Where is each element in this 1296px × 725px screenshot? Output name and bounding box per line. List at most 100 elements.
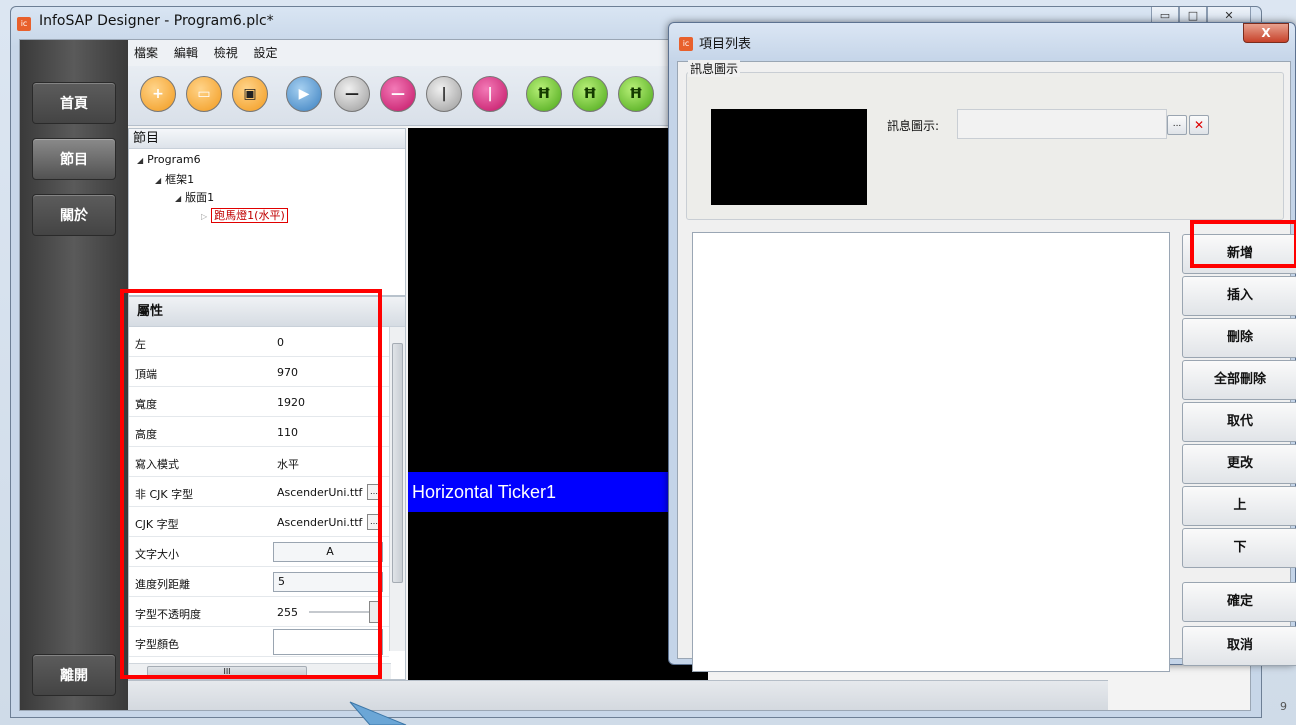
save-icon[interactable]: ▣ xyxy=(232,76,268,112)
properties-panel: 屬性 左 0 頂端 970 寬度 1920 高度 110 寫入模式 水平 非 C… xyxy=(128,296,406,680)
property-row: 寫入模式 水平 xyxy=(129,447,389,477)
film-insert-icon[interactable]: Ħ xyxy=(572,76,608,112)
property-key: CJK 字型 xyxy=(135,518,179,531)
property-row: 非 CJK 字型 AscenderUni.ttf … xyxy=(129,477,389,507)
page-digit: 9 xyxy=(1280,700,1287,713)
menu-view[interactable]: 檢視 xyxy=(208,40,244,66)
menu-edit[interactable]: 編輯 xyxy=(168,40,204,66)
vertical-line-icon[interactable]: | xyxy=(426,76,462,112)
ticker-preview[interactable]: Horizontal Ticker1 xyxy=(408,472,708,512)
properties-header: 屬性 xyxy=(129,297,405,327)
tree-node-label: 框架1 xyxy=(165,173,195,186)
info-icon-preview xyxy=(711,109,867,205)
nav-home-button[interactable]: 首頁 xyxy=(32,82,116,124)
dialog-title: 項目列表 xyxy=(699,37,752,52)
properties-vertical-scrollbar[interactable] xyxy=(389,327,405,651)
delete-all-button[interactable]: 全部刪除 xyxy=(1182,360,1296,400)
property-value[interactable]: 110 xyxy=(277,426,298,439)
app-icon: ic xyxy=(17,17,31,31)
property-key: 字型不透明度 xyxy=(135,608,201,621)
menu-settings[interactable]: 設定 xyxy=(248,40,284,66)
vertical-ticker-icon[interactable]: | xyxy=(472,76,508,112)
tree-node-label-selected: 跑馬燈1(水平) xyxy=(211,208,288,223)
play-icon[interactable]: ▶ xyxy=(286,76,322,112)
film-move-icon[interactable]: Ħ xyxy=(618,76,654,112)
item-list[interactable] xyxy=(692,232,1170,672)
open-folder-icon[interactable]: ▭ xyxy=(186,76,222,112)
left-nav: 首頁 節目 關於 離開 xyxy=(20,40,128,710)
ok-button[interactable]: 確定 xyxy=(1182,582,1296,622)
tree-header: 節目 xyxy=(129,129,405,149)
tree-node-program[interactable]: ◢ Program6 xyxy=(137,153,201,166)
dialog-close-button[interactable]: X xyxy=(1243,23,1289,43)
cancel-button[interactable]: 取消 xyxy=(1182,626,1296,666)
nav-program-button[interactable]: 節目 xyxy=(32,138,116,180)
delete-button[interactable]: 刪除 xyxy=(1182,318,1296,358)
property-value[interactable]: 255 xyxy=(277,606,298,619)
property-row: 寬度 1920 xyxy=(129,387,389,417)
expand-arrow-icon[interactable]: ◢ xyxy=(155,176,161,185)
property-value[interactable]: 0 xyxy=(277,336,284,349)
property-row: 左 0 xyxy=(129,327,389,357)
scrollbar-thumb[interactable] xyxy=(392,343,403,583)
property-value[interactable]: 水平 xyxy=(277,456,299,472)
property-row: 高度 110 xyxy=(129,417,389,447)
tree-node-label: Program6 xyxy=(147,153,201,166)
program-tree-panel: 節目 ◢ Program6 ◢ 框架1 ◢ 版面1 ▷ 跑馬燈1(水平) xyxy=(128,128,406,296)
expand-arrow-icon[interactable]: ◢ xyxy=(137,156,143,165)
font-size-slider[interactable]: A xyxy=(273,542,383,562)
horizontal-line-icon[interactable]: — xyxy=(334,76,370,112)
property-key: 高度 xyxy=(135,428,157,441)
browse-button[interactable]: … xyxy=(367,484,381,500)
info-icon-path-field[interactable] xyxy=(957,109,1167,139)
font-file-field[interactable]: AscenderUni.ttf xyxy=(277,486,362,499)
property-key: 字型顏色 xyxy=(135,638,179,651)
preview-canvas[interactable] xyxy=(408,128,708,680)
modify-button[interactable]: 更改 xyxy=(1182,444,1296,484)
property-row: 字型不透明度 255 xyxy=(129,597,389,627)
replace-button[interactable]: 取代 xyxy=(1182,402,1296,442)
nav-about-button[interactable]: 關於 xyxy=(32,194,116,236)
expand-arrow-icon[interactable]: ◢ xyxy=(175,194,181,203)
browse-button[interactable]: … xyxy=(367,514,381,530)
info-icon-clear-button[interactable]: ✕ xyxy=(1189,115,1209,135)
progress-distance-select[interactable]: 5 xyxy=(273,572,383,592)
property-value[interactable]: 970 xyxy=(277,366,298,379)
property-key: 進度列距離 xyxy=(135,578,190,591)
toolbar: + ▭ ▣ ▶ — — | | Ħ Ħ Ħ xyxy=(128,66,688,126)
property-key: 左 xyxy=(135,338,146,351)
info-icon-browse-button[interactable]: ... xyxy=(1167,115,1187,135)
opacity-slider-track[interactable] xyxy=(309,611,375,613)
menu-bar: 檔案 編輯 檢視 設定 xyxy=(128,40,688,66)
move-down-button[interactable]: 下 xyxy=(1182,528,1296,568)
info-icon-group: 訊息圖示: ... ✕ xyxy=(686,72,1284,220)
new-file-icon[interactable]: + xyxy=(140,76,176,112)
opacity-slider-thumb[interactable] xyxy=(369,601,379,623)
tree-node-label: 版面1 xyxy=(185,191,215,204)
add-button-highlight-frame xyxy=(1190,220,1296,268)
property-row: 頂端 970 xyxy=(129,357,389,387)
tree-node-ticker[interactable]: ▷ 跑馬燈1(水平) xyxy=(201,207,288,223)
collapse-arrow-icon[interactable]: ▷ xyxy=(201,212,207,221)
property-row: 進度列距離 5 xyxy=(129,567,389,597)
status-bar xyxy=(128,680,1108,710)
property-row: CJK 字型 AscenderUni.ttf … xyxy=(129,507,389,537)
move-up-button[interactable]: 上 xyxy=(1182,486,1296,526)
font-color-field[interactable] xyxy=(273,629,383,655)
menu-file[interactable]: 檔案 xyxy=(128,40,164,66)
film-frame-icon[interactable]: Ħ xyxy=(526,76,562,112)
property-value[interactable]: 1920 xyxy=(277,396,305,409)
scrollbar-thumb[interactable]: III xyxy=(147,666,307,677)
property-key: 寫入模式 xyxy=(135,458,179,471)
item-list-dialog: ic 項目列表 X 訊息圖示: ... ✕ 訊息圖示 新增 插入 刪除 全部刪除… xyxy=(668,22,1296,672)
info-icon-label: 訊息圖示: xyxy=(887,119,940,133)
tree-node-frame[interactable]: ◢ 框架1 xyxy=(155,171,194,187)
pointer-arrow-icon xyxy=(349,701,407,725)
property-key: 寬度 xyxy=(135,398,157,411)
properties-horizontal-scrollbar[interactable]: III xyxy=(129,663,391,679)
horizontal-ticker-icon[interactable]: — xyxy=(380,76,416,112)
nav-exit-button[interactable]: 離開 xyxy=(32,654,116,696)
font-file-field[interactable]: AscenderUni.ttf xyxy=(277,516,362,529)
insert-button[interactable]: 插入 xyxy=(1182,276,1296,316)
tree-node-layout[interactable]: ◢ 版面1 xyxy=(175,189,214,205)
